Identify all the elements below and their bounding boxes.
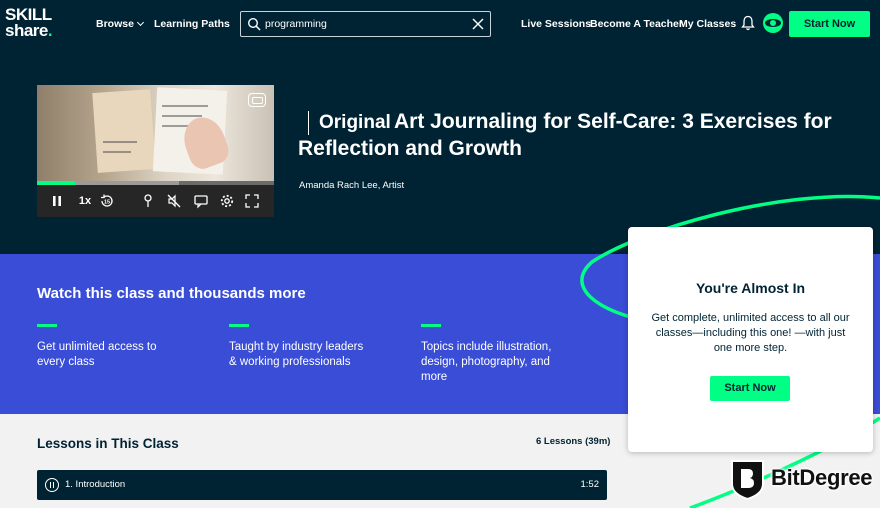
- rewind-seconds: 15: [104, 200, 110, 206]
- search-input[interactable]: [265, 15, 465, 33]
- rewind-icon[interactable]: 15: [99, 193, 115, 209]
- avatar-pupil: [770, 20, 776, 26]
- captions-icon[interactable]: [248, 93, 266, 107]
- bookmark-icon[interactable]: [140, 193, 156, 209]
- class-title-text: Art Journaling for Self-Care: 3 Exercise…: [298, 110, 832, 160]
- journal-scribble: [162, 115, 202, 117]
- feature-accent: [229, 324, 249, 327]
- fullscreen-icon[interactable]: [244, 193, 260, 209]
- chevron-down-icon: [136, 18, 144, 27]
- avatar[interactable]: [763, 13, 783, 33]
- search-box[interactable]: [240, 11, 491, 37]
- video-controls: 1x 15: [37, 181, 274, 217]
- start-now-button[interactable]: Start Now: [789, 11, 870, 37]
- journal-scribble: [103, 141, 137, 143]
- feature-item: Topics include illustration, design, pho…: [421, 324, 561, 385]
- mute-icon[interactable]: [166, 193, 182, 209]
- video-frame: [37, 85, 274, 181]
- video-player[interactable]: 1x 15: [37, 85, 274, 217]
- bitdegree-watermark: BitDegree: [730, 458, 875, 502]
- search-icon: [247, 17, 261, 31]
- card-start-now-button[interactable]: Start Now: [710, 376, 790, 401]
- playback-speed[interactable]: 1x: [74, 193, 96, 209]
- card-text: Get complete, unlimited access to all ou…: [651, 312, 850, 354]
- pause-icon[interactable]: [49, 193, 65, 209]
- feature-accent: [421, 324, 441, 327]
- feature-text: Get unlimited access to every class: [37, 341, 157, 368]
- class-title: Art Journaling for Self-Care: 3 Exercise…: [298, 108, 858, 162]
- lesson-name: 1. Introduction: [65, 479, 126, 490]
- teacher-name[interactable]: Amanda Rach Lee, Artist: [299, 180, 404, 191]
- lesson-duration: 1:52: [580, 479, 600, 490]
- journal-scribble: [103, 151, 131, 153]
- become-teacher-link[interactable]: Become A Teacher: [590, 18, 683, 30]
- pause-circle-icon: [45, 478, 59, 492]
- live-sessions-link[interactable]: Live Sessions: [521, 18, 591, 30]
- progress-fill: [37, 181, 75, 185]
- shield-icon: [731, 460, 764, 500]
- gear-icon[interactable]: [219, 193, 235, 209]
- bell-icon[interactable]: [741, 15, 755, 31]
- journal-scribble: [162, 105, 208, 107]
- class-hero: 1x 15 Original Art Journaling for Self-C…: [0, 48, 880, 254]
- signup-card: You're Almost In Get complete, unlimited…: [628, 227, 873, 452]
- notes-icon[interactable]: [193, 193, 209, 209]
- browse-menu[interactable]: Browse: [96, 18, 144, 30]
- close-icon[interactable]: [472, 18, 484, 30]
- band-title: Watch this class and thousands more: [37, 285, 306, 302]
- skillshare-logo[interactable]: SKILL share.: [5, 6, 73, 39]
- lessons-count: 6 Lessons (39m): [536, 436, 611, 447]
- lesson-row[interactable]: 1. Introduction 1:52: [37, 470, 607, 500]
- progress-track[interactable]: [37, 181, 274, 185]
- feature-text: Topics include illustration, design, pho…: [421, 341, 552, 383]
- journal-page-left: [92, 89, 156, 173]
- lessons-title: Lessons in This Class: [37, 436, 179, 451]
- feature-item: Taught by industry leaders & working pro…: [229, 324, 369, 370]
- feature-text: Taught by industry leaders & working pro…: [229, 341, 364, 368]
- learning-paths-link[interactable]: Learning Paths: [154, 18, 230, 30]
- top-nav: SKILL share. Browse Learning Paths Live …: [0, 0, 880, 48]
- my-classes-link[interactable]: My Classes: [679, 18, 736, 30]
- watermark-text: BitDegree: [771, 465, 873, 490]
- card-title: You're Almost In: [695, 280, 806, 296]
- feature-accent: [37, 324, 57, 327]
- feature-item: Get unlimited access to every class: [37, 324, 187, 370]
